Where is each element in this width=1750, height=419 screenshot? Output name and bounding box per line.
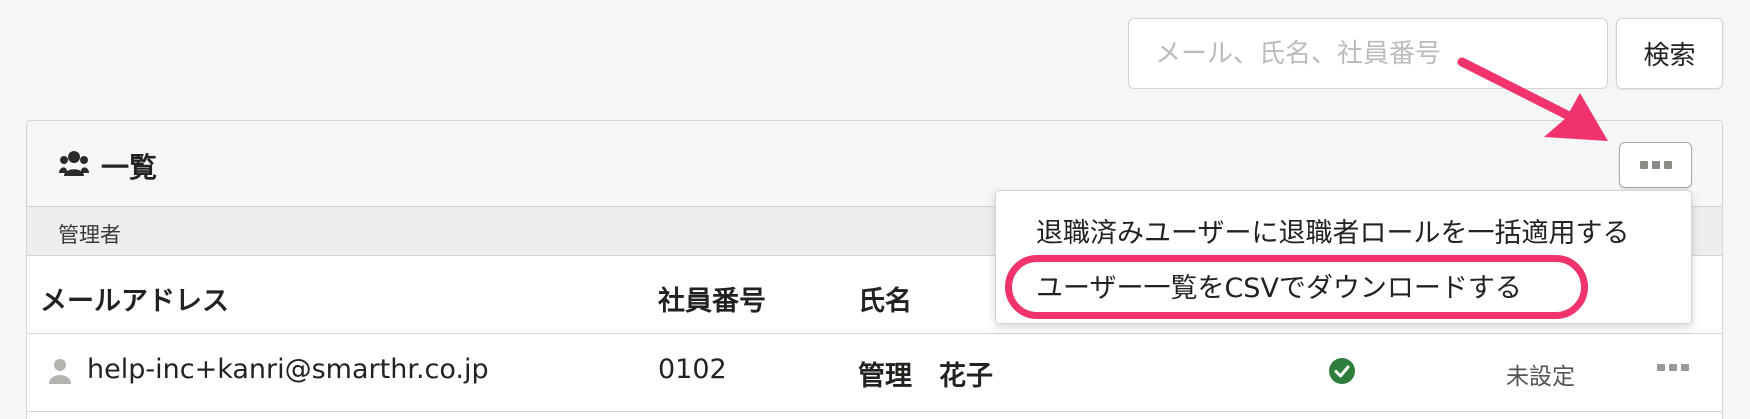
divider: [27, 333, 1722, 334]
row-employee-number: 0102: [658, 354, 727, 385]
check-circle-icon: [1329, 358, 1355, 384]
more-menu: 退職済みユーザーに退職者ロールを一括適用する ユーザー一覧をCSVでダウンロード…: [995, 190, 1692, 324]
row-more-button[interactable]: [1657, 364, 1689, 371]
column-header-email: メールアドレス: [40, 286, 229, 317]
menu-item-download-csv[interactable]: ユーザー一覧をCSVでダウンロードする: [1036, 266, 1522, 305]
users-icon: [59, 151, 89, 176]
more-button[interactable]: [1619, 142, 1692, 188]
more-dots-icon: [1620, 143, 1691, 187]
search-input[interactable]: [1128, 18, 1608, 89]
menu-item-apply-retired-role[interactable]: 退職済みユーザーに退職者ロールを一括適用する: [1036, 211, 1629, 250]
search-button[interactable]: 検索: [1616, 18, 1723, 89]
row-status: 未設定: [1506, 364, 1575, 390]
panel-title: 一覧: [101, 151, 158, 184]
row-name: 管理 花子: [858, 361, 993, 392]
more-dots-icon: [1657, 364, 1689, 371]
user-icon: [49, 359, 71, 384]
column-header-name: 氏名: [858, 286, 912, 317]
row-email: help-inc+kanri@smarthr.co.jp: [87, 354, 489, 385]
group-label: 管理者: [58, 223, 121, 247]
column-header-employee-number: 社員番号: [658, 286, 766, 317]
divider: [27, 411, 1722, 412]
